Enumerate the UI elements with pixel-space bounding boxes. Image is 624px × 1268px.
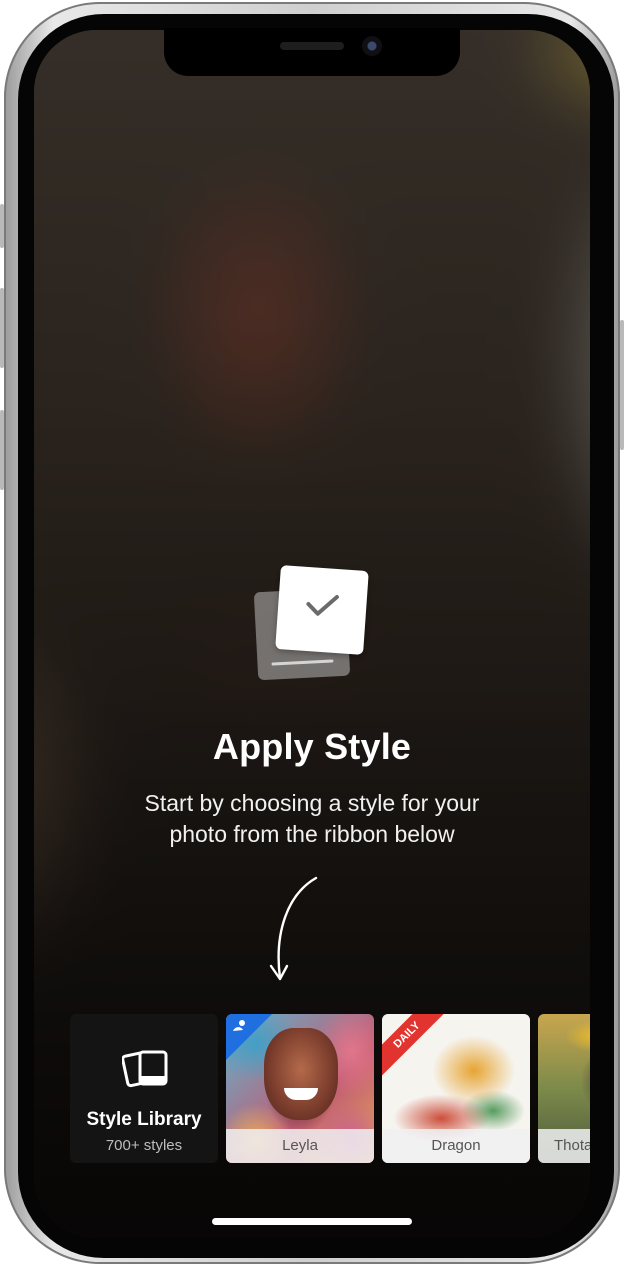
person-badge-icon bbox=[233, 1020, 245, 1031]
earpiece-speaker bbox=[280, 42, 344, 50]
style-library-title: Style Library bbox=[86, 1109, 202, 1130]
style-tile-dragon[interactable]: DAILY Dragon bbox=[382, 1014, 530, 1163]
style-label: Leyla bbox=[226, 1129, 374, 1163]
instruction-line-2: photo from the ribbon below bbox=[169, 821, 455, 847]
checkmark-card-icon bbox=[275, 565, 369, 655]
apply-style-icon bbox=[253, 565, 372, 682]
style-ribbon[interactable]: Style Library 700+ styles Leyla DAILY Dr… bbox=[34, 1014, 590, 1164]
instruction-line-1: Start by choosing a style for your bbox=[144, 790, 480, 816]
volume-down-button bbox=[0, 410, 4, 490]
page-title: Apply Style bbox=[212, 726, 412, 767]
style-tile-thota[interactable]: Thota bbox=[538, 1014, 590, 1163]
photos-stack-icon bbox=[122, 1050, 168, 1088]
home-indicator[interactable] bbox=[212, 1218, 412, 1225]
notch bbox=[164, 28, 460, 76]
front-camera bbox=[362, 36, 382, 56]
volume-up-button bbox=[0, 288, 4, 368]
portrait-face bbox=[264, 1028, 338, 1120]
style-label: Thota bbox=[538, 1129, 590, 1163]
side-button-left bbox=[0, 204, 4, 248]
checkmark-icon bbox=[306, 595, 339, 616]
style-library-button[interactable]: Style Library 700+ styles bbox=[70, 1014, 218, 1163]
style-tile-leyla[interactable]: Leyla bbox=[226, 1014, 374, 1163]
style-label: Dragon bbox=[382, 1129, 530, 1163]
instruction-text: Start by choosing a style for your photo… bbox=[0, 788, 624, 850]
power-button bbox=[620, 320, 624, 450]
curved-arrow-down-icon bbox=[269, 876, 318, 981]
style-library-count: 700+ styles bbox=[105, 1137, 183, 1154]
